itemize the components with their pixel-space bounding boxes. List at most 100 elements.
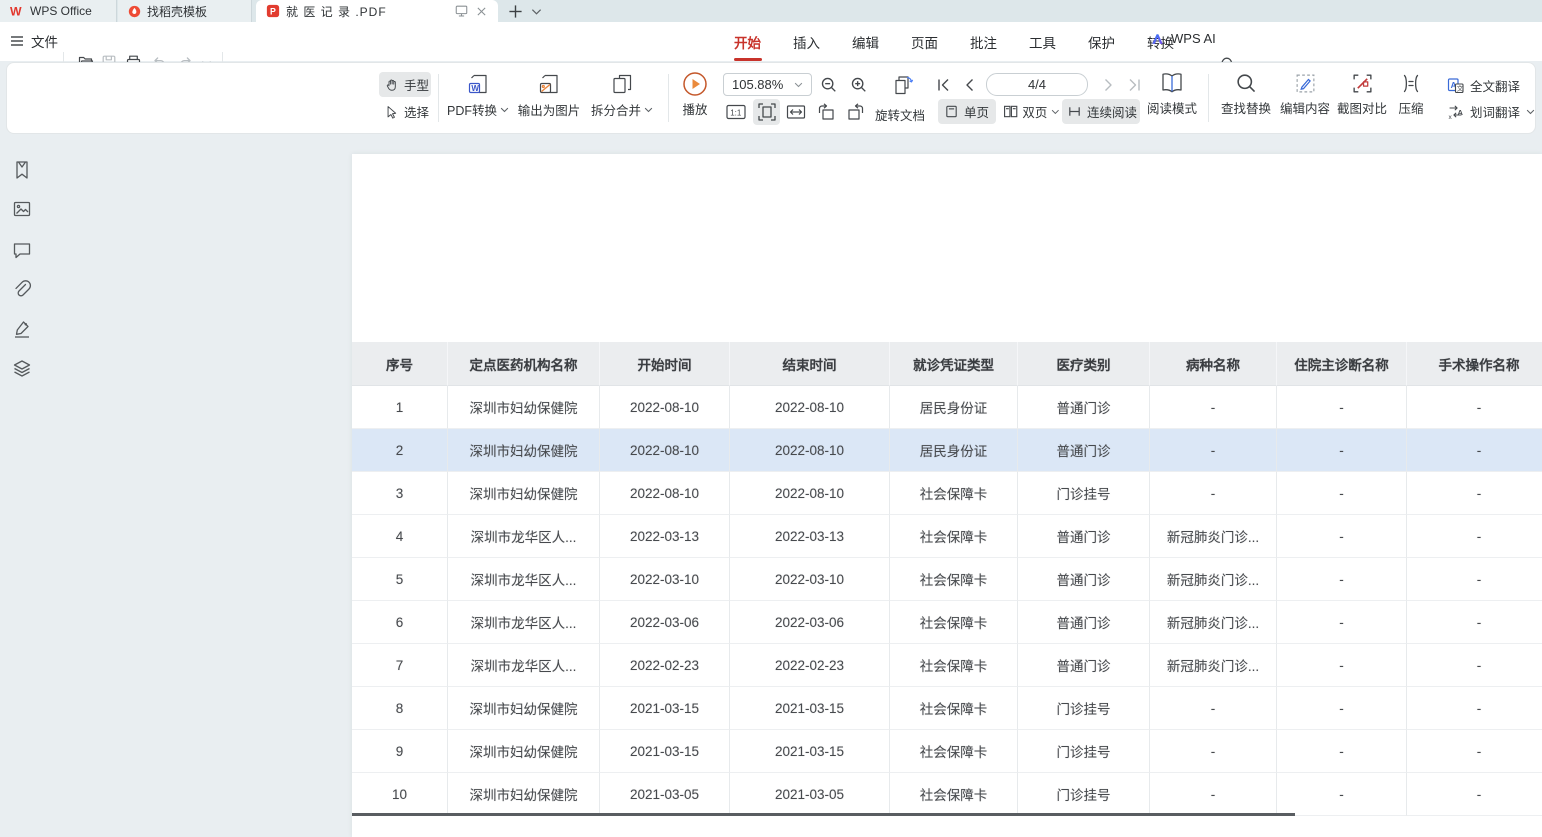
table-cell: - [1277,601,1407,644]
find-replace-label: 查找替换 [1218,98,1274,117]
pdf-convert-button[interactable]: W PDF转换 [443,72,513,119]
table-cell: - [1277,429,1407,472]
full-translate-button[interactable]: A文 全文翻译 [1447,76,1520,95]
table-cell: 2022-08-10 [730,386,890,429]
full-translate-icon: A文 [1447,77,1464,94]
active-tab-underline [734,58,762,61]
table-cell: 2021-03-15 [730,687,890,730]
table-cell: - [1407,558,1542,601]
file-menu[interactable]: 文件 [10,31,58,51]
bookmark-icon[interactable] [11,159,33,181]
menu-tab-页面[interactable]: 页面 [910,30,939,54]
table-cell: 普通门诊 [1018,601,1150,644]
table-cell: 社会保障卡 [890,558,1018,601]
screenshot-compare-button[interactable]: 截图对比 [1334,72,1390,117]
docer-icon [128,5,141,18]
menu-tab-编辑[interactable]: 编辑 [851,30,880,54]
rotate-doc-label[interactable]: 旋转文档 [875,105,925,124]
rotate-pages-icon[interactable] [892,73,916,97]
rotate-right-icon[interactable] [845,101,867,123]
table-cell: 2022-02-23 [730,644,890,687]
menu-tab-工具[interactable]: 工具 [1028,30,1057,54]
monitor-icon[interactable] [454,4,469,18]
select-tool-button[interactable]: 选择 [379,99,431,124]
play-button[interactable]: 播放 [676,71,714,118]
zoom-level-select[interactable]: 105.88% [723,73,812,96]
table-cell: - [1407,730,1542,773]
wps-ai-logo-icon [1150,32,1165,46]
table-cell: - [1407,773,1542,816]
single-page-button[interactable]: 单页 [938,99,996,124]
zoom-out-icon[interactable] [820,76,838,94]
table-cell: - [1407,687,1542,730]
table-cell: 普通门诊 [1018,515,1150,558]
table-cell: - [1277,730,1407,773]
menu-tab-批注[interactable]: 批注 [969,30,998,54]
fit-width-icon[interactable] [785,101,807,123]
tab-document-active[interactable]: P 就 医 记 录 .PDF [256,0,498,22]
wps-logo-icon: W [10,4,24,18]
tab-list-chevron-icon[interactable] [531,8,542,16]
page-number-input[interactable]: 4/4 [986,73,1088,96]
menu-tab-插入[interactable]: 插入 [792,30,821,54]
table-cell: 社会保障卡 [890,687,1018,730]
hand-tool-button[interactable]: 手型 [379,72,431,97]
layers-icon[interactable] [11,357,33,379]
rotate-left-icon[interactable] [815,101,837,123]
comment-icon[interactable] [11,239,33,261]
table-cell: 深圳市妇幼保健院 [448,386,600,429]
table-cell: 2022-03-13 [600,515,730,558]
table-cell: - [1277,773,1407,816]
wps-ai-button[interactable]: WPS AI [1150,31,1216,46]
attachment-icon[interactable] [11,278,33,300]
table-cell: - [1277,515,1407,558]
table-header-cell: 定点医药机构名称 [448,342,600,386]
first-page-icon[interactable] [936,77,952,93]
new-tab-plus-icon[interactable] [508,4,523,19]
table-cell: 7 [352,644,448,687]
read-mode-button[interactable]: 阅读模式 [1144,71,1200,117]
table-cell: 门诊挂号 [1018,730,1150,773]
table-cell: 8 [352,687,448,730]
find-replace-button[interactable]: 查找替换 [1218,72,1274,117]
table-cell: 2021-03-05 [730,773,890,816]
signature-icon[interactable] [11,318,33,340]
prev-page-icon[interactable] [962,77,978,93]
table-cell: 社会保障卡 [890,515,1018,558]
table-cell: 9 [352,730,448,773]
next-page-icon[interactable] [1100,77,1116,93]
zoom-in-icon[interactable] [850,76,868,94]
export-image-label: 输出为图片 [518,100,581,119]
fit-page-button[interactable] [753,99,780,125]
tab-wps-office[interactable]: W WPS Office [0,0,117,22]
double-page-label: 双页 [1022,102,1047,121]
zoom-value: 105.88% [732,77,783,92]
word-translate-button[interactable]: Ax 划词翻译 [1447,102,1535,121]
page-indicator: 4/4 [1028,77,1046,92]
table-cell: 社会保障卡 [890,730,1018,773]
table-header-cell: 结束时间 [730,342,890,386]
edit-content-button[interactable]: 编辑内容 [1277,72,1333,117]
actual-size-icon[interactable]: 1:1 [725,101,747,123]
double-page-button[interactable]: 双页 [1000,99,1060,124]
compress-button[interactable]: 压缩 [1392,72,1430,117]
table-bottom-border [352,813,1295,816]
play-label: 播放 [676,99,714,118]
close-icon[interactable] [475,5,488,18]
pdf-file-icon: P [266,4,280,18]
thumbnail-icon[interactable] [11,198,33,220]
word-translate-label: 划词翻译 [1470,102,1520,121]
continuous-read-button[interactable]: 连续阅读 [1062,99,1140,124]
split-merge-button[interactable]: 拆分合并 [585,72,659,119]
chevron-down-icon [1526,109,1535,115]
edit-content-icon [1294,72,1317,95]
last-page-icon[interactable] [1126,77,1142,93]
table-cell: - [1277,558,1407,601]
wps-ai-label: WPS AI [1171,31,1216,46]
menu-tab-开始[interactable]: 开始 [733,30,762,54]
tab-docer[interactable]: 找稻壳模板 [118,0,252,22]
table-cell: 深圳市妇幼保健院 [448,773,600,816]
find-replace-icon [1235,72,1258,95]
export-image-button[interactable]: 输出为图片 [514,72,584,119]
menu-tab-保护[interactable]: 保护 [1087,30,1116,54]
